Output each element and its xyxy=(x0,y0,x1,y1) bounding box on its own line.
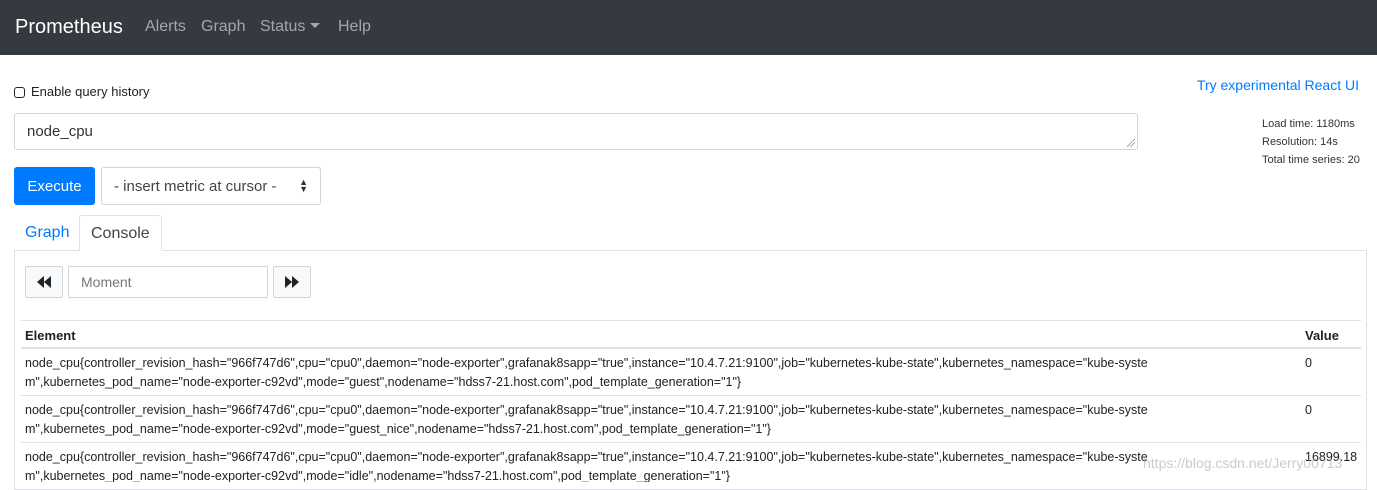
tab-console[interactable]: Console xyxy=(79,215,162,251)
row-element: node_cpu{controller_revision_hash="966f7… xyxy=(25,450,1148,482)
top-navbar: Prometheus Alerts Graph Status Help xyxy=(0,0,1377,55)
execute-button[interactable]: Execute xyxy=(14,167,95,205)
metric-select[interactable]: - insert metric at cursor - ▲ ▼ xyxy=(101,167,321,205)
nav-alerts[interactable]: Alerts xyxy=(145,17,186,37)
chevron-down-icon xyxy=(310,23,321,28)
select-arrows-icon: ▲ ▼ xyxy=(299,177,308,194)
time-back-button[interactable] xyxy=(25,266,63,298)
time-forward-button[interactable] xyxy=(273,266,311,298)
column-value-header: Value xyxy=(1305,328,1339,343)
fast-forward-icon xyxy=(285,276,299,288)
row-element: node_cpu{controller_revision_hash="966f7… xyxy=(25,403,1148,436)
nav-status-dropdown[interactable]: Status xyxy=(260,17,321,37)
row-value: 0 xyxy=(1305,403,1312,417)
nav-graph[interactable]: Graph xyxy=(201,17,245,37)
query-history-label: Enable query history xyxy=(31,84,150,99)
query-stats: Load time: 1180ms Resolution: 14s Total … xyxy=(1262,115,1360,169)
column-element-header: Element xyxy=(25,328,76,343)
query-history-checkbox[interactable] xyxy=(14,86,25,98)
expression-input[interactable]: node_cpu xyxy=(14,113,1138,150)
query-history-toggle[interactable]: Enable query history xyxy=(14,84,150,100)
expression-text: node_cpu xyxy=(27,123,93,140)
metric-select-label: - insert metric at cursor - xyxy=(114,177,277,195)
moment-input[interactable]: Moment xyxy=(68,266,268,298)
row-value: 0 xyxy=(1305,356,1312,370)
resolution: Resolution: 14s xyxy=(1262,136,1338,148)
watermark-text: https://blog.csdn.net/Jerry00713 xyxy=(1143,455,1343,471)
tab-graph[interactable]: Graph xyxy=(14,215,80,251)
row-element: node_cpu{controller_revision_hash="966f7… xyxy=(25,356,1148,389)
react-ui-link[interactable]: Try experimental React UI xyxy=(1197,77,1359,93)
nav-help[interactable]: Help xyxy=(338,17,371,37)
load-time: Load time: 1180ms xyxy=(1262,118,1355,130)
total-time-series: Total time series: 20 xyxy=(1262,154,1360,166)
fast-backward-icon xyxy=(37,276,51,288)
brand-logo[interactable]: Prometheus xyxy=(15,14,123,40)
table-row: node_cpu{controller_revision_hash="966f7… xyxy=(21,396,1361,443)
resize-handle-icon[interactable] xyxy=(1127,139,1135,147)
nav-status-label: Status xyxy=(260,18,306,35)
results-table-header: Element Value xyxy=(21,320,1361,349)
table-row: node_cpu{controller_revision_hash="966f7… xyxy=(21,349,1361,396)
